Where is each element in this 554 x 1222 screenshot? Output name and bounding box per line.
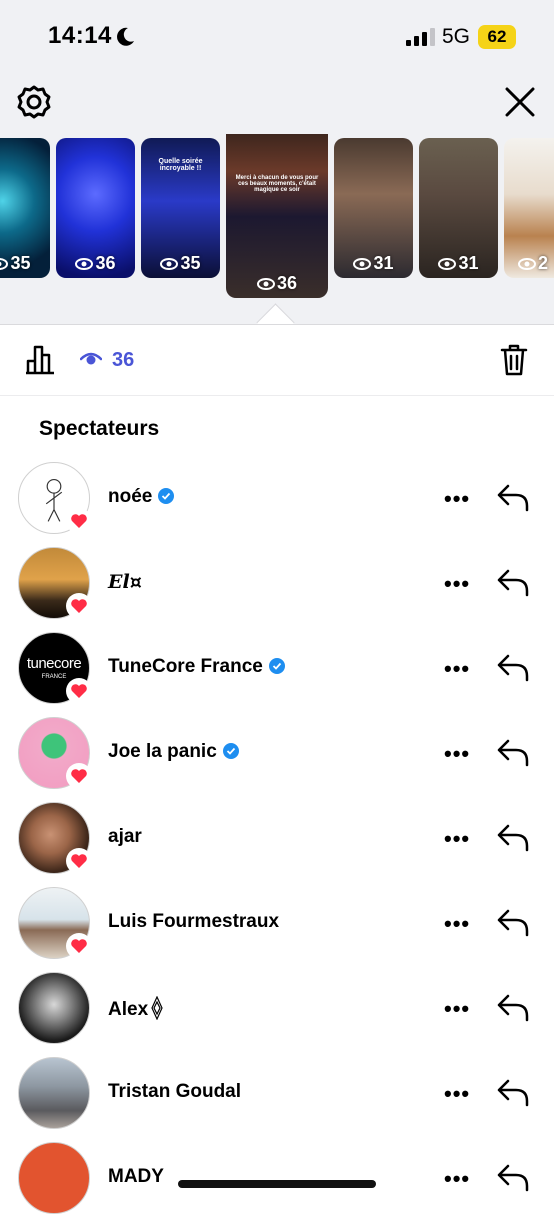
viewer-row[interactable]: MADY •••	[0, 1136, 554, 1222]
close-icon[interactable]	[502, 84, 538, 120]
more-options-button[interactable]: •••	[444, 486, 470, 512]
story-views: 2	[504, 253, 554, 274]
more-options-button[interactable]: •••	[444, 1081, 470, 1107]
viewer-row[interactable]: Joe la panic •••	[0, 711, 554, 797]
viewer-row[interactable]: Luis Fourmestraux •••	[0, 881, 554, 967]
viewer-row[interactable]: Tristan Goudal •••	[0, 1051, 554, 1137]
story-caption: Merci à chacun de vous pour ces beaux mo…	[235, 175, 319, 193]
verified-icon	[158, 488, 175, 504]
status-time: 14:14	[48, 22, 112, 49]
more-options-button[interactable]: •••	[444, 571, 470, 597]
heart-icon	[71, 854, 87, 868]
reply-icon[interactable]	[496, 822, 530, 852]
viewer-row[interactable]: El¤ •••	[0, 541, 554, 627]
home-indicator[interactable]	[178, 1180, 376, 1188]
story-thumbnail[interactable]: 31	[334, 138, 413, 278]
reply-icon[interactable]	[496, 652, 530, 682]
story-header: 14:14 5G 62 35 36 Quelle soirée incroyab…	[0, 0, 554, 324]
viewer-row[interactable]: ajar •••	[0, 796, 554, 882]
liked-badge	[66, 508, 92, 534]
avatar[interactable]	[18, 1057, 90, 1129]
diamond-symbol-icon	[151, 996, 163, 1020]
story-thumbnail[interactable]: Quelle soirée incroyable !! 35	[141, 138, 220, 278]
story-thumbnail[interactable]: 31	[419, 138, 498, 278]
eye-icon	[256, 278, 275, 291]
more-options-button[interactable]: •••	[444, 826, 470, 852]
bar-chart-icon[interactable]	[24, 343, 56, 375]
reply-icon[interactable]	[496, 1077, 530, 1107]
more-options-button[interactable]: •••	[444, 996, 470, 1022]
more-options-button[interactable]: •••	[444, 741, 470, 767]
viewer-name[interactable]: Luis Fourmestraux	[108, 911, 279, 933]
story-views: 36	[226, 273, 328, 294]
liked-badge	[66, 678, 92, 704]
heart-icon	[71, 514, 87, 528]
trash-icon[interactable]	[500, 343, 528, 377]
more-options-button[interactable]: •••	[444, 911, 470, 937]
eye-icon	[438, 258, 457, 271]
viewer-name[interactable]: Joe la panic	[108, 741, 239, 763]
avatar[interactable]	[18, 972, 90, 1044]
liked-badge	[66, 593, 92, 619]
eye-icon	[75, 258, 94, 271]
eye-icon	[79, 352, 103, 365]
story-carousel[interactable]: 35 36 Quelle soirée incroyable !! 35 Mer…	[0, 134, 554, 304]
more-options-button[interactable]: •••	[444, 1166, 470, 1192]
status-bar: 14:14 5G 62	[0, 0, 554, 70]
heart-icon	[71, 684, 87, 698]
battery-indicator: 62	[478, 25, 516, 49]
reply-icon[interactable]	[496, 992, 530, 1022]
insights-toolbar: 36	[0, 324, 554, 396]
story-thumbnail-selected[interactable]: Merci à chacun de vous pour ces beaux mo…	[226, 134, 328, 298]
moon-icon	[117, 27, 134, 46]
liked-badge	[66, 763, 92, 789]
reply-icon[interactable]	[496, 737, 530, 767]
viewer-row[interactable]: Alex •••	[0, 966, 554, 1052]
heart-icon	[71, 599, 87, 613]
viewer-name[interactable]: Tristan Goudal	[108, 1081, 241, 1103]
signal-icon	[406, 28, 435, 46]
viewer-name[interactable]: TuneCore France	[108, 656, 285, 678]
viewer-row[interactable]: noée •••	[0, 456, 554, 542]
eye-icon	[160, 258, 179, 271]
story-thumbnail[interactable]: 36	[56, 138, 135, 278]
story-caption: Quelle soirée incroyable !!	[158, 158, 203, 172]
reply-icon[interactable]	[496, 482, 530, 512]
reply-icon[interactable]	[496, 567, 530, 597]
view-count: 36	[112, 349, 135, 371]
avatar[interactable]	[18, 1142, 90, 1214]
eye-icon	[0, 258, 9, 271]
liked-badge	[66, 933, 92, 959]
story-views: 31	[334, 253, 413, 274]
heart-icon	[71, 769, 87, 783]
story-views: 31	[419, 253, 498, 274]
story-thumbnail[interactable]: 35	[0, 138, 50, 278]
viewers-tab[interactable]: 36	[79, 349, 135, 372]
network-type: 5G	[442, 25, 471, 48]
viewer-row[interactable]: tunecore FRANCE TuneCore France •••	[0, 626, 554, 712]
story-views: 36	[56, 253, 135, 274]
section-title: Spectateurs	[39, 417, 160, 440]
viewer-name[interactable]: El¤	[108, 571, 142, 593]
reply-icon[interactable]	[496, 907, 530, 937]
verified-icon	[268, 658, 285, 674]
viewer-name[interactable]: ajar	[108, 826, 142, 848]
viewer-name[interactable]: Alex	[108, 996, 164, 1021]
viewer-name[interactable]: noée	[108, 486, 175, 508]
eye-icon	[353, 258, 372, 271]
eye-icon	[518, 258, 536, 271]
story-views: 35	[141, 253, 220, 274]
heart-icon	[71, 939, 87, 953]
tunecore-logo: tunecore	[26, 655, 82, 672]
verified-icon	[222, 743, 239, 759]
gear-icon[interactable]	[16, 84, 52, 120]
viewer-name[interactable]: MADY	[108, 1166, 164, 1188]
story-thumbnail[interactable]: 2	[504, 138, 554, 278]
more-options-button[interactable]: •••	[444, 656, 470, 682]
liked-badge	[66, 848, 92, 874]
story-views: 35	[0, 253, 50, 274]
reply-icon[interactable]	[496, 1162, 530, 1192]
